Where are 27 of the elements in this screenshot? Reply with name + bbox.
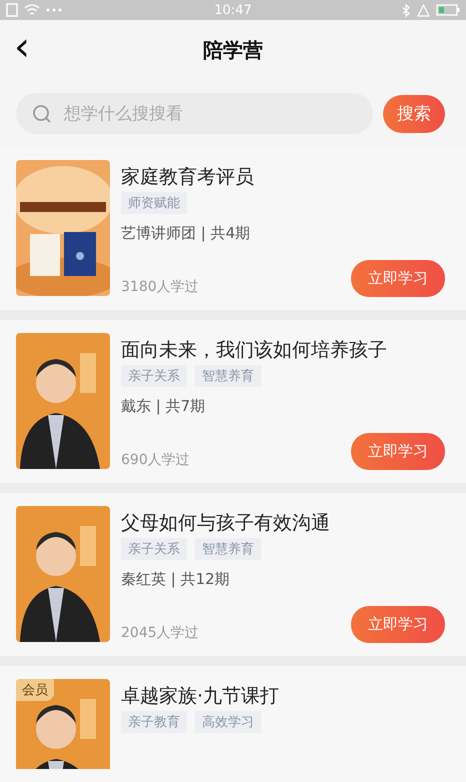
course-author: 戴东 | 共7期 — [121, 397, 206, 416]
search-icon — [32, 104, 52, 124]
learner-count: 3180人学过 — [121, 278, 199, 296]
member-badge: 会员 — [16, 679, 54, 701]
learner-count: 690人学过 — [121, 450, 190, 468]
course-tag: 师资赋能 — [121, 192, 187, 214]
course-tag: 亲子关系 — [121, 365, 187, 387]
wifi-icon — [24, 4, 40, 16]
course-tag: 智慧养育 — [195, 365, 261, 387]
battery-icon — [436, 4, 460, 16]
course-tag: 高效学习 — [195, 711, 261, 733]
course-author: 秦红英 | 共12期 — [121, 570, 231, 589]
course-title[interactable]: 卓越家族·九节课打 — [121, 683, 445, 709]
course-title[interactable]: 面向未来，我们该如何培养孩子 — [121, 337, 445, 363]
search-field[interactable]: 想学什么搜搜看 — [16, 93, 373, 134]
more-icon — [46, 8, 62, 12]
course-tag: 亲子关系 — [121, 538, 187, 560]
course-title[interactable]: 家庭教育考评员 — [121, 164, 445, 190]
course-tag: 亲子教育 — [121, 711, 187, 733]
page-title: 陪学营 — [203, 36, 263, 64]
course-author: 艺博讲师团 | 共4期 — [121, 224, 252, 243]
status-time: 10:47 — [214, 2, 252, 18]
back-button[interactable]: ‹ — [8, 32, 36, 68]
bluetooth-icon — [402, 4, 411, 16]
learner-count: 2045人学过 — [121, 624, 199, 642]
course-tag: 智慧养育 — [195, 538, 261, 560]
course-title[interactable]: 父母如何与孩子有效沟通 — [121, 510, 445, 536]
